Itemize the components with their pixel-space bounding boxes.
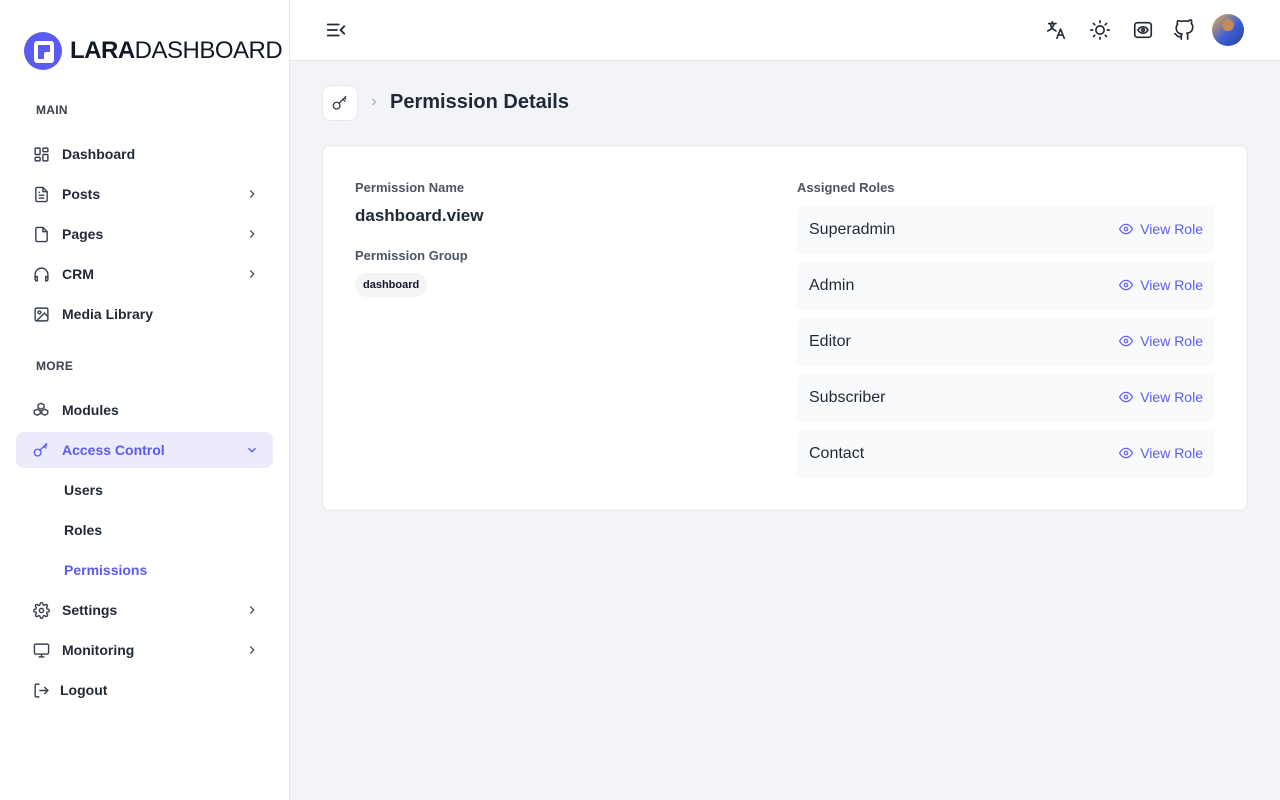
sidebar-subitem-permissions[interactable]: Permissions <box>64 562 147 578</box>
permission-group-badge: dashboard <box>355 273 428 297</box>
github-icon[interactable] <box>1173 19 1195 41</box>
sidebar-item-modules[interactable]: Modules <box>16 392 273 428</box>
chevron-right-icon <box>249 190 255 198</box>
role-row: Editor View Role <box>797 318 1215 366</box>
chevron-right-icon <box>249 230 255 238</box>
role-name: Subscriber <box>809 389 886 406</box>
gear-icon <box>32 601 50 619</box>
brand-logo[interactable]: LARADASHBOARD <box>24 31 283 71</box>
sidebar-item-label: Dashboard <box>62 146 136 162</box>
permission-group-label: Permission Group <box>355 248 468 263</box>
view-role-label: View Role <box>1140 333 1203 349</box>
sidebar-subitem-users[interactable]: Users <box>64 482 103 498</box>
document-icon <box>32 185 50 203</box>
view-role-label: View Role <box>1140 445 1203 461</box>
breadcrumb-home-button[interactable] <box>322 85 358 121</box>
view-role-label: View Role <box>1140 221 1203 237</box>
eye-icon <box>1119 335 1134 347</box>
top-header <box>290 0 1280 61</box>
brand-name: LARADASHBOARD <box>70 37 283 64</box>
sidebar-item-label: Media Library <box>62 306 154 322</box>
chevron-right-icon <box>249 606 255 614</box>
view-role-link[interactable]: View Role <box>1119 333 1203 349</box>
view-role-link[interactable]: View Role <box>1119 277 1203 293</box>
menu-collapse-icon[interactable] <box>325 19 347 41</box>
permission-name-label: Permission Name <box>355 180 465 195</box>
user-avatar[interactable] <box>1212 14 1244 46</box>
view-role-link[interactable]: View Role <box>1119 389 1203 405</box>
sidebar-item-crm[interactable]: CRM <box>16 256 273 292</box>
sidebar-item-media-library[interactable]: Media Library <box>16 296 273 332</box>
sun-icon[interactable] <box>1089 19 1111 41</box>
role-row: Contact View Role <box>797 430 1215 478</box>
translate-icon[interactable] <box>1045 19 1067 41</box>
assigned-roles-label: Assigned Roles <box>797 180 895 195</box>
sidebar-item-dashboard[interactable]: Dashboard <box>16 136 273 172</box>
sidebar-item-logout[interactable]: Logout <box>16 672 273 708</box>
section-title-more: MORE <box>36 359 74 373</box>
permission-details-card: Permission Name dashboard.view Permissio… <box>322 145 1248 511</box>
chevron-right-icon <box>249 646 255 654</box>
sidebar-item-label: Posts <box>62 186 101 202</box>
sidebar-item-label: Logout <box>60 682 108 698</box>
sidebar-item-access-control[interactable]: Access Control <box>16 432 273 468</box>
sidebar-item-label: Modules <box>62 402 119 418</box>
file-icon <box>32 225 50 243</box>
sidebar-item-pages[interactable]: Pages <box>16 216 273 252</box>
sidebar-item-label: Settings <box>62 602 118 618</box>
chevron-down-icon <box>248 447 256 453</box>
sidebar-item-monitoring[interactable]: Monitoring <box>16 632 273 668</box>
view-role-link[interactable]: View Role <box>1119 221 1203 237</box>
page-title: Permission Details <box>390 91 569 113</box>
sidebar-item-posts[interactable]: Posts <box>16 176 273 212</box>
sidebar-item-settings[interactable]: Settings <box>16 592 273 628</box>
permission-name-value: dashboard.view <box>355 206 484 225</box>
role-name: Editor <box>809 333 851 350</box>
sidebar-item-label: CRM <box>62 266 94 282</box>
cubes-icon <box>32 401 50 419</box>
role-name: Admin <box>809 277 855 294</box>
logo-mark-icon <box>24 32 62 70</box>
sidebar-item-label: Access Control <box>62 442 165 458</box>
logout-icon <box>32 681 50 699</box>
section-title-main: MAIN <box>36 103 68 117</box>
view-role-label: View Role <box>1140 277 1203 293</box>
role-name: Superadmin <box>809 221 896 238</box>
chevron-right-icon <box>249 270 255 278</box>
sidebar-subitem-roles[interactable]: Roles <box>64 522 102 538</box>
key-icon <box>332 95 347 110</box>
dashboard-grid-icon <box>32 145 50 163</box>
view-role-link[interactable]: View Role <box>1119 445 1203 461</box>
role-name: Contact <box>809 445 865 462</box>
eye-scan-icon[interactable] <box>1132 19 1154 41</box>
role-row: Admin View Role <box>797 262 1215 310</box>
eye-icon <box>1119 391 1134 403</box>
key-icon <box>32 441 50 459</box>
role-row: Superadmin View Role <box>797 206 1215 254</box>
sidebar: LARADASHBOARD MAIN Dashboard Posts Pages… <box>0 0 290 800</box>
view-role-label: View Role <box>1140 389 1203 405</box>
breadcrumb-chevron-icon <box>372 98 377 106</box>
monitor-icon <box>32 641 50 659</box>
role-row: Subscriber View Role <box>797 374 1215 422</box>
sidebar-item-label: Monitoring <box>62 642 135 658</box>
eye-icon <box>1119 447 1134 459</box>
headphones-icon <box>32 265 50 283</box>
sidebar-item-label: Pages <box>62 226 104 242</box>
image-icon <box>32 305 50 323</box>
eye-icon <box>1119 279 1134 291</box>
eye-icon <box>1119 223 1134 235</box>
